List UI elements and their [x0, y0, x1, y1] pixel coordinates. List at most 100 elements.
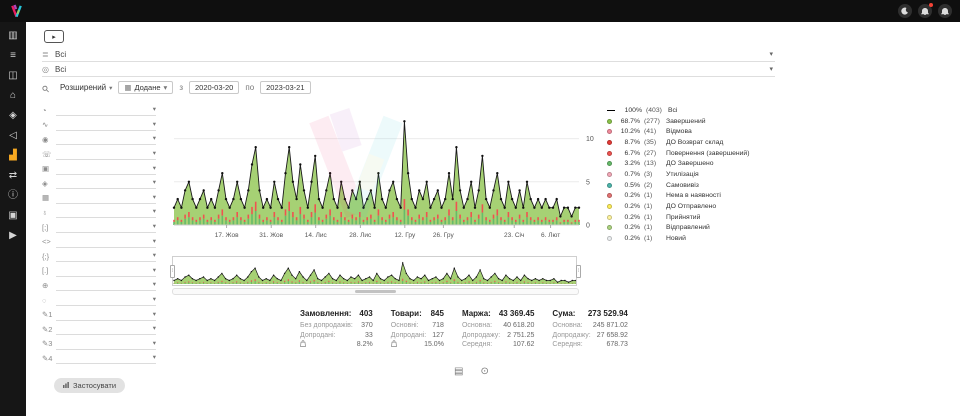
- bag-icon: [391, 340, 397, 349]
- dot-swatch: [607, 225, 612, 230]
- legend-item[interactable]: 0.2%(1)Новий: [607, 233, 785, 244]
- legend-item[interactable]: 0.2%(1)ДО Отправлено: [607, 201, 785, 212]
- legend-item[interactable]: 8.7%(35)ДО Возврат склад: [607, 137, 785, 148]
- tag-select[interactable]: ▾: [56, 177, 156, 189]
- svg-text:26. Гру: 26. Гру: [433, 232, 455, 239]
- target-select[interactable]: ▾: [56, 279, 156, 291]
- region-select[interactable]: ▾: [56, 206, 156, 218]
- globe-icon[interactable]: ⊙: [480, 366, 488, 377]
- scrollbar-handle[interactable]: [355, 290, 396, 293]
- transfer-icon[interactable]: ⇄: [9, 170, 17, 181]
- legend-label: Самовивіз: [666, 182, 699, 189]
- legend-percent: 0.7%: [616, 171, 640, 178]
- custom-1-select[interactable]: ▾: [56, 309, 156, 321]
- svg-text:17. Жов: 17. Жов: [215, 232, 239, 239]
- panels-icon[interactable]: ▥: [8, 30, 17, 41]
- source-select[interactable]: ▾: [56, 104, 156, 116]
- date-to-input[interactable]: 2023-03-21: [260, 81, 310, 94]
- legend-item[interactable]: 6.7%(27)Повернення (завершений): [607, 148, 785, 159]
- legend-label: Нема в наявності: [666, 192, 721, 199]
- tags-icon[interactable]: ◈: [9, 110, 17, 121]
- product-filter-row: ▦▾: [42, 191, 156, 206]
- custom-3-select[interactable]: ▾: [56, 338, 156, 350]
- filter-rows: ◔▾∿▾◉▾☏▾▣▾◈▾▦▾♁▾[;]▾<>▾{;}▾[.]▾⊕▾◌▾✎1▾✎2…: [42, 103, 156, 366]
- legend-item[interactable]: 10.2%(41)Відмова: [607, 126, 785, 137]
- legend-item[interactable]: 68.7%(277)Завершений: [607, 116, 785, 127]
- analytics-icon[interactable]: ▟: [9, 150, 17, 161]
- info-icon[interactable]: ⓘ: [8, 190, 18, 201]
- field-c-select[interactable]: ▾: [56, 250, 156, 262]
- legend-item[interactable]: 0.5% (2)Самовивіз: [607, 180, 785, 191]
- field-d-select[interactable]: ▾: [56, 265, 156, 277]
- legend-item[interactable]: 3.2%(13)ДО Завершено: [607, 158, 785, 169]
- product-select[interactable]: ▾: [56, 192, 156, 204]
- field-a-icon: [;]: [42, 223, 56, 232]
- stat-sub-label: Основні:: [391, 322, 419, 329]
- misc-select[interactable]: ▾: [56, 294, 156, 306]
- theme-toggle-icon[interactable]: [898, 4, 912, 18]
- nav-handle-right[interactable]: ⁞: [576, 265, 581, 278]
- announce-icon[interactable]: ◁: [9, 130, 17, 141]
- notifications-icon[interactable]: [938, 4, 952, 18]
- navigator-chart[interactable]: [172, 256, 577, 286]
- field-b-select[interactable]: ▾: [56, 236, 156, 248]
- dot-swatch: [607, 129, 612, 134]
- stat-sub-row: Основна:245 871.02: [552, 321, 627, 331]
- stat-sub-label: Допродані:: [300, 332, 335, 339]
- list-view-icon[interactable]: ▤: [454, 366, 463, 377]
- apply-button[interactable]: Застосувати: [54, 378, 125, 393]
- date-from-input[interactable]: 2020-03-20: [189, 81, 239, 94]
- field-a-select[interactable]: ▾: [56, 221, 156, 233]
- chevron-down-icon: ▾: [164, 83, 168, 92]
- status-filter-row[interactable]: ≣ Всі ▾: [42, 47, 775, 62]
- legend-count: (2): [644, 182, 666, 189]
- legend-item[interactable]: 0.2%(1)Відправлений: [607, 223, 785, 234]
- orders-timeline-chart[interactable]: 051017. Жов31. Жов14. Лис28. Лис12. Гру2…: [172, 103, 607, 243]
- manager-select[interactable]: ▾: [56, 133, 156, 145]
- bell-icon: [921, 7, 929, 15]
- custom-4-select[interactable]: ▾: [56, 352, 156, 364]
- navigator-scrollbar[interactable]: [172, 288, 579, 295]
- legend-label: Прийнятий: [666, 214, 700, 221]
- screen-icon[interactable]: ▸: [44, 30, 64, 43]
- misc-filter-row: ◌▾: [42, 293, 156, 308]
- orders-list-icon[interactable]: ≡: [10, 50, 16, 61]
- legend-label: Завершений: [666, 118, 706, 125]
- legend-label: Новий: [666, 235, 686, 242]
- search-mode-select[interactable]: Розширений ▾: [60, 83, 112, 92]
- legend-item[interactable]: 0.2%(1)Прийнятий: [607, 212, 785, 223]
- package-icon[interactable]: ▣: [8, 210, 17, 221]
- stat-label: Товари:: [391, 309, 422, 318]
- topbar-icons: [898, 4, 952, 18]
- chevron-down-icon: ▾: [153, 207, 156, 217]
- nav-handle-left[interactable]: ⁞: [170, 265, 175, 278]
- status-select[interactable]: ▾: [56, 119, 156, 131]
- type-filter-row[interactable]: ◎ Всі ▾: [42, 62, 775, 77]
- stat-head: Маржа:43 369.45: [462, 309, 534, 318]
- custom-2-select[interactable]: ▾: [56, 323, 156, 335]
- stat-sub-label: Допродані:: [391, 332, 426, 339]
- date-to-label: по: [245, 83, 254, 92]
- legend-count: (277): [644, 118, 666, 125]
- alerts-icon[interactable]: [918, 4, 932, 18]
- legend-item[interactable]: 0.2%(1)Нема в наявності: [607, 191, 785, 202]
- legend-label: Відмова: [666, 128, 692, 135]
- brand-logo[interactable]: [8, 3, 26, 19]
- users-icon[interactable]: ◫: [8, 70, 17, 81]
- field-b-icon: <>: [42, 237, 56, 246]
- misc-icon: ◌: [42, 296, 56, 305]
- date-field-select[interactable]: ▦ Додане ▾: [118, 81, 173, 94]
- payment-select[interactable]: ▾: [56, 163, 156, 175]
- video-icon[interactable]: ▶: [9, 230, 17, 241]
- legend-count: (35): [644, 139, 666, 146]
- legend-item[interactable]: 100%(403)Всі: [607, 105, 785, 116]
- search-date-row: ⚲ Розширений ▾ ▦ Додане ▾ з 2020-03-20 п…: [42, 78, 960, 97]
- legend-item[interactable]: 0.7%(3)Утилізація: [607, 169, 785, 180]
- stat-percent-row: 15.0%: [391, 340, 444, 350]
- phone-select[interactable]: ▾: [56, 148, 156, 160]
- apply-button-label: Застосувати: [73, 381, 116, 390]
- legend-count: (1): [644, 235, 666, 242]
- legend-percent: 0.5%: [616, 182, 640, 189]
- calendar-icon: ▦: [124, 83, 131, 92]
- home-icon[interactable]: ⌂: [10, 90, 16, 101]
